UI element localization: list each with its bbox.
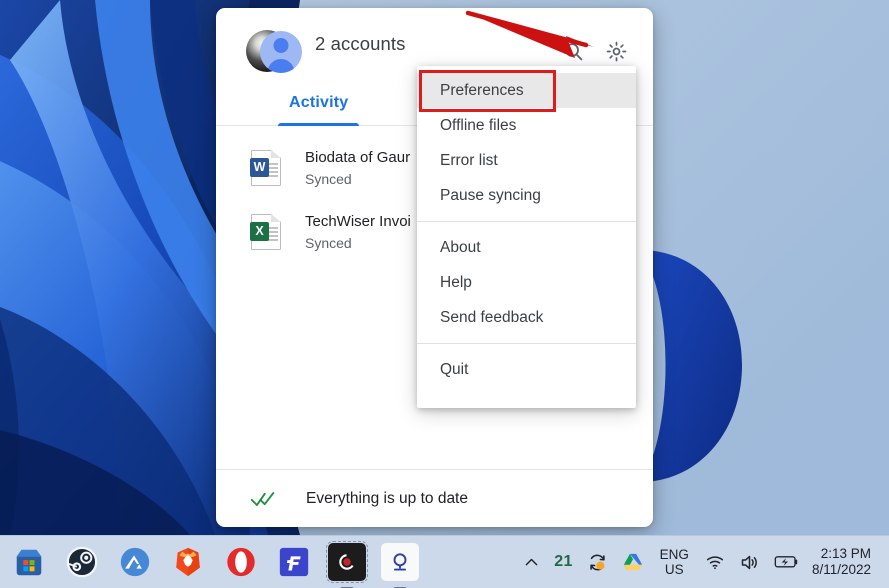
menu-item-pause-syncing[interactable]: Pause syncing	[417, 178, 636, 213]
clock-date[interactable]: 2:13 PM 8/11/2022	[806, 546, 881, 578]
dark-app-icon[interactable]	[326, 541, 368, 588]
menu-item-about[interactable]: About	[417, 230, 636, 265]
tab-activity[interactable]: Activity	[278, 80, 360, 126]
wifi-icon[interactable]	[698, 540, 732, 584]
taskbar-app-icons	[10, 541, 419, 588]
menu-item-error-list[interactable]: Error list	[417, 143, 636, 178]
light-app-icon[interactable]	[381, 543, 419, 588]
menu-item-offline-files[interactable]: Offline files	[417, 108, 636, 143]
menu-separator	[417, 343, 636, 344]
opera-browser-icon[interactable]	[222, 543, 260, 581]
language-line2: US	[664, 562, 684, 577]
file-status: Synced	[305, 171, 352, 187]
menu-item-label: Help	[440, 273, 472, 291]
sync-status-text: Everything is up to date	[306, 489, 468, 507]
battery-charging-icon[interactable]	[767, 540, 806, 584]
search-icon[interactable]	[559, 38, 587, 66]
excel-badge: X	[250, 222, 269, 241]
clock-time: 2:13 PM	[820, 545, 871, 561]
menu-separator	[417, 221, 636, 222]
menu-item-label: About	[440, 238, 481, 256]
file-name: Biodata of Gaur	[305, 149, 411, 166]
steam-icon[interactable]	[63, 543, 101, 581]
menu-item-label: Pause syncing	[440, 186, 541, 204]
clock-date-value: 8/11/2022	[811, 562, 871, 577]
google-drive-icon[interactable]	[615, 540, 651, 584]
menu-item-quit[interactable]: Quit	[417, 352, 636, 387]
menu-item-label: Offline files	[440, 116, 517, 134]
freedom-app-icon[interactable]	[275, 543, 313, 581]
sync-status-bar: Everything is up to date	[216, 469, 653, 527]
sync-refresh-icon[interactable]	[580, 540, 615, 584]
microsoft-store-icon[interactable]	[10, 543, 48, 581]
word-badge: W	[250, 158, 269, 177]
avatar-default-person	[260, 31, 302, 73]
gear-icon[interactable]	[602, 38, 630, 66]
windows-taskbar: 21 ENG US 2:13 PM 8/11/2022	[0, 535, 889, 588]
system-tray: 21 ENG US 2:13 PM 8/11/2022	[516, 540, 881, 584]
menu-item-label: Send feedback	[440, 308, 544, 326]
notification-count-badge[interactable]: 21	[547, 540, 579, 584]
file-status: Synced	[305, 235, 352, 251]
file-name: TechWiser Invoi	[305, 213, 411, 230]
nordvpn-icon[interactable]	[116, 543, 154, 581]
avatar[interactable]	[246, 30, 302, 74]
brave-browser-icon[interactable]	[169, 543, 207, 581]
menu-item-preferences[interactable]: Preferences	[417, 73, 636, 108]
menu-item-label: Quit	[440, 360, 469, 378]
speaker-icon[interactable]	[732, 540, 767, 584]
menu-item-label: Error list	[440, 151, 498, 169]
word-document-icon: W	[250, 150, 281, 186]
settings-context-menu: Preferences Offline files Error list Pau…	[417, 66, 636, 408]
double-check-icon	[250, 491, 275, 506]
chevron-up-icon[interactable]	[516, 540, 547, 584]
menu-item-help[interactable]: Help	[417, 265, 636, 300]
language-indicator[interactable]: ENG US	[651, 547, 698, 577]
tab-activity-label: Activity	[289, 94, 349, 111]
menu-item-send-feedback[interactable]: Send feedback	[417, 300, 636, 335]
language-line1: ENG	[659, 546, 689, 562]
excel-spreadsheet-icon: X	[250, 214, 281, 250]
menu-item-label: Preferences	[440, 81, 524, 99]
accounts-label: 2 accounts	[315, 33, 406, 54]
